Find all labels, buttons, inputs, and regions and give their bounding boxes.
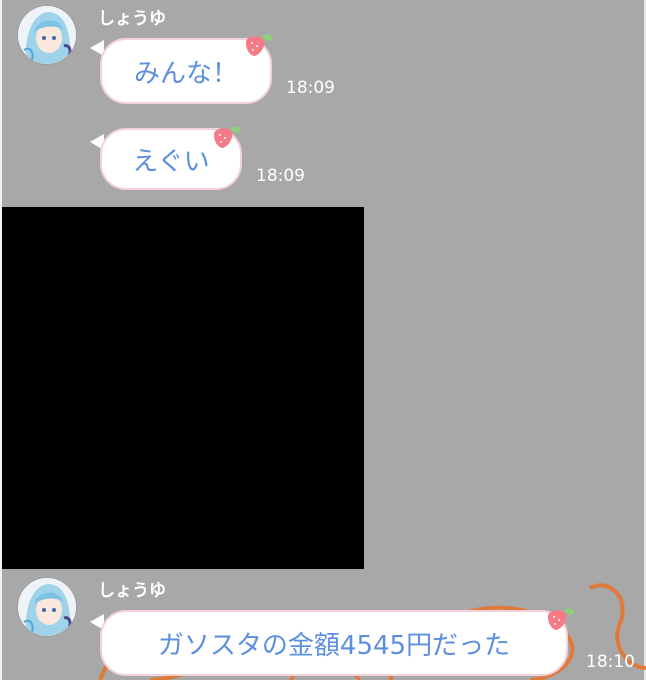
message-timestamp: 18:09 bbox=[286, 78, 335, 98]
image-message[interactable] bbox=[2, 207, 364, 569]
sender-name: しょうゆ bbox=[98, 9, 166, 29]
strawberry-icon bbox=[214, 126, 241, 148]
message-bubble[interactable]: ガソスタの金額4545円だった bbox=[100, 610, 568, 676]
message-timestamp: 18:09 bbox=[256, 166, 305, 186]
message-text: えぐい bbox=[132, 146, 210, 177]
message-text: ガソスタの金額4545円だった bbox=[157, 630, 511, 661]
sender-name: しょうゆ bbox=[98, 581, 166, 601]
avatar-image bbox=[18, 578, 76, 636]
avatar[interactable] bbox=[18, 578, 76, 636]
strawberry-icon bbox=[246, 34, 273, 56]
message-timestamp: 18:10 bbox=[586, 652, 635, 672]
avatar[interactable] bbox=[18, 6, 76, 64]
strawberry-icon bbox=[548, 608, 575, 630]
avatar-image bbox=[18, 6, 76, 64]
message-text: みんな！ bbox=[133, 58, 238, 89]
